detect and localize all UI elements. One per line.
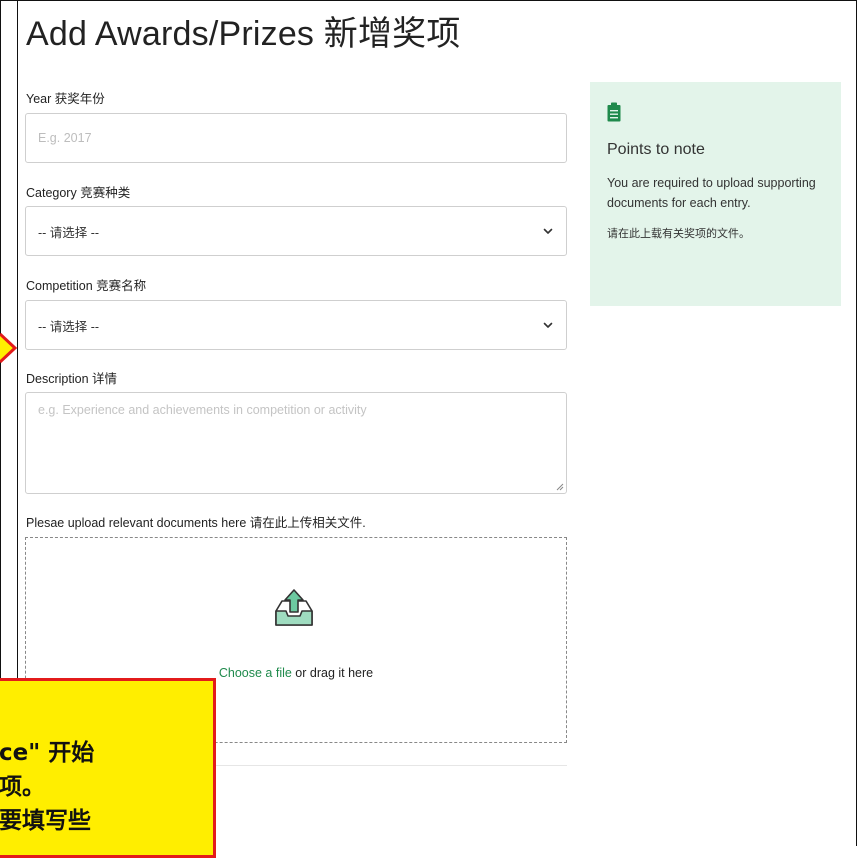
- clipboard-icon: [607, 102, 621, 122]
- callout-line-3: 要填写些: [0, 808, 91, 834]
- note-title: Points to note: [607, 141, 705, 158]
- description-placeholder: e.g. Experience and achievements in comp…: [38, 403, 367, 417]
- upload-label: Plesae upload relevant documents here 请在…: [26, 516, 366, 530]
- choose-file-link[interactable]: Choose a file: [219, 666, 292, 680]
- upload-tray-icon: [275, 589, 313, 626]
- year-label: Year 获奖年份: [26, 92, 105, 106]
- note-body: You are required to upload supporting do…: [607, 176, 816, 210]
- category-select[interactable]: -- 请选择 --: [25, 206, 567, 256]
- callout-line-1: ce" 开始: [0, 740, 95, 766]
- description-label: Description 详情: [26, 372, 117, 386]
- callout-arrow-icon: [0, 332, 18, 364]
- competition-select[interactable]: -- 请选择 --: [25, 300, 567, 350]
- year-placeholder: E.g. 2017: [38, 131, 92, 145]
- points-to-note-panel: Points to note You are required to uploa…: [590, 82, 841, 306]
- competition-selected-value: -- 请选择 --: [38, 319, 100, 334]
- year-input[interactable]: E.g. 2017: [25, 113, 567, 163]
- chevron-down-icon: [543, 322, 553, 328]
- resize-handle-icon[interactable]: [555, 482, 564, 491]
- category-label: Category 竞赛种类: [26, 186, 131, 200]
- drag-hint: or drag it here: [291, 666, 374, 680]
- category-selected-value: -- 请选择 --: [38, 225, 100, 240]
- note-body-chinese: 请在此上载有关奖项的文件。: [607, 228, 750, 240]
- page-title: Add Awards/Prizes 新增奖项: [26, 15, 461, 53]
- tutorial-callout: ce" 开始 项。 要填写些: [0, 678, 216, 858]
- description-textarea[interactable]: e.g. Experience and achievements in comp…: [25, 392, 567, 494]
- callout-line-2: 项。: [0, 774, 45, 800]
- competition-label: Competition 竞赛名称: [26, 279, 147, 293]
- chevron-down-icon: [543, 228, 553, 234]
